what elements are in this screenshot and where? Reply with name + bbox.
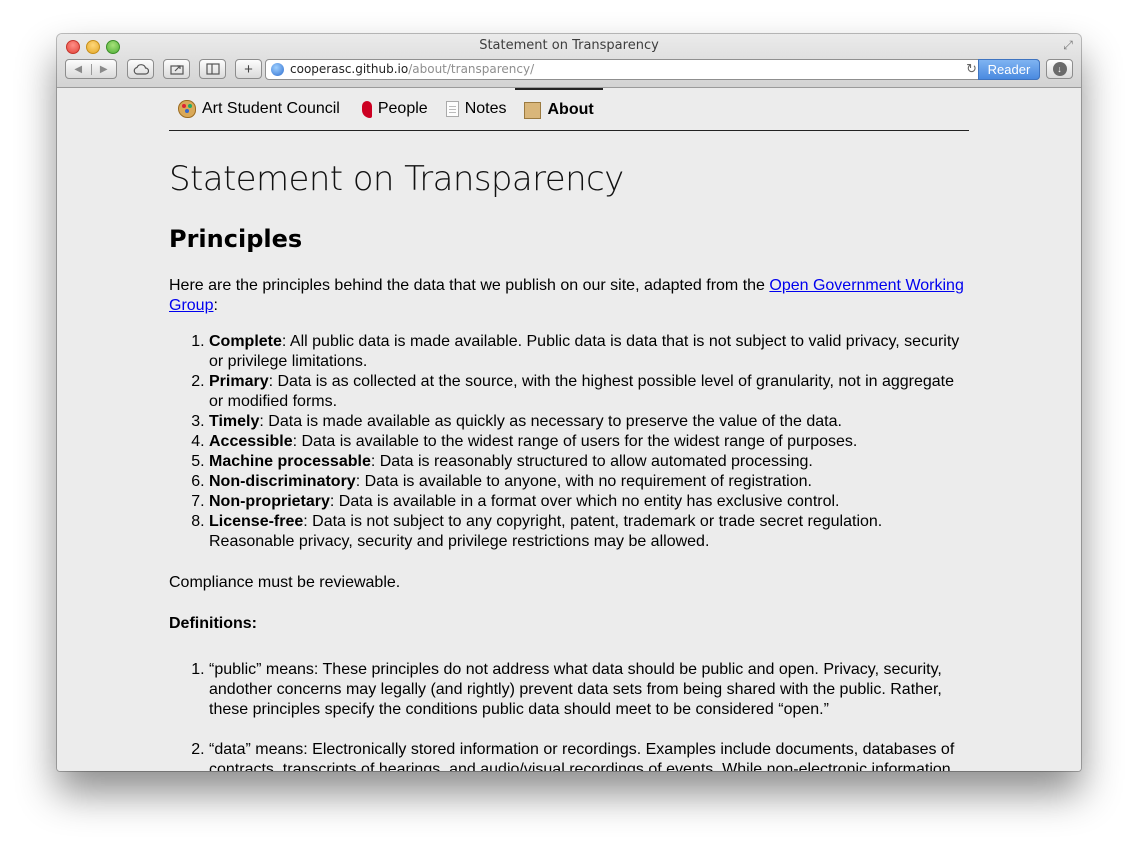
back-arrow-icon[interactable]: ◀ xyxy=(66,63,92,75)
icloud-tabs-button[interactable] xyxy=(127,59,154,79)
list-item: Timely: Data is made available as quickl… xyxy=(209,412,969,432)
scroll-icon xyxy=(524,101,542,119)
browser-toolbar: Statement on Transparency ⤢ ◀ ▶ + cooper… xyxy=(57,34,1081,88)
url-host: cooperasc.github.io xyxy=(290,62,409,76)
site-nav: Art Student Council People Notes About xyxy=(169,88,969,131)
sidebar-button[interactable] xyxy=(199,59,226,79)
definitions-list: “public” means: These principles do not … xyxy=(169,660,969,771)
list-item: Accessible: Data is available to the wid… xyxy=(209,432,969,452)
dancer-icon xyxy=(361,100,372,118)
principle-text: : Data is not subject to any copyright, … xyxy=(209,513,883,550)
nav-item-label: About xyxy=(547,101,594,118)
principle-term: License-free xyxy=(209,513,304,530)
fullscreen-icon[interactable]: ⤢ xyxy=(1061,38,1075,52)
principle-term: Non-proprietary xyxy=(209,493,330,510)
web-page: Art Student Council People Notes About S… xyxy=(57,88,1081,771)
definitions-heading: Definitions: xyxy=(169,615,257,632)
url-path: /about/transparency/ xyxy=(408,62,535,76)
list-item: “public” means: These principles do not … xyxy=(209,660,969,720)
url-text[interactable]: cooperasc.github.io/about/transparency/ xyxy=(290,60,534,79)
page-title: Statement on Transparency xyxy=(169,159,624,199)
intro-suffix: : xyxy=(213,297,218,314)
share-button[interactable] xyxy=(163,59,190,79)
principle-term: Timely xyxy=(209,413,260,430)
principle-text: : Data is reasonably structured to allow… xyxy=(370,453,813,470)
share-icon xyxy=(169,65,184,75)
browser-window: Statement on Transparency ⤢ ◀ ▶ + cooper… xyxy=(57,34,1081,771)
list-item: Non-discriminatory: Data is available to… xyxy=(209,472,969,492)
principle-term: Primary xyxy=(209,373,269,390)
download-icon: ↓ xyxy=(1052,62,1067,76)
new-tab-button[interactable]: + xyxy=(235,59,262,79)
principle-text: : Data is available to anyone, with no r… xyxy=(355,473,812,490)
nav-item-about[interactable]: About xyxy=(515,88,603,130)
principle-text: : Data is available in a format over whi… xyxy=(329,493,840,510)
cloud-icon xyxy=(133,63,149,75)
compliance-text: Compliance must be reviewable. xyxy=(169,574,401,591)
nav-item-label: Art Student Council xyxy=(202,100,340,117)
intro-paragraph: Here are the principles behind the data … xyxy=(169,276,969,316)
window-title: Statement on Transparency xyxy=(479,38,659,53)
page-content: Art Student Council People Notes About S… xyxy=(169,88,969,771)
nav-item-art-student-council[interactable]: Art Student Council xyxy=(169,88,349,130)
principle-term: Complete xyxy=(209,333,282,350)
principle-text: : Data is made available as quickly as n… xyxy=(259,413,842,430)
nav-item-notes[interactable]: Notes xyxy=(437,88,516,130)
list-item: License-free: Data is not subject to any… xyxy=(209,512,969,552)
list-item: “data” means: Electronically stored info… xyxy=(209,740,969,771)
reader-button[interactable]: Reader xyxy=(978,59,1040,80)
principle-term: Machine processable xyxy=(209,453,371,470)
address-bar[interactable]: cooperasc.github.io/about/transparency/ … xyxy=(265,59,1040,80)
back-forward-buttons: ◀ ▶ xyxy=(65,59,117,79)
principle-text: : All public data is made available. Pub… xyxy=(209,333,960,370)
principle-term: Non-discriminatory xyxy=(209,473,356,490)
list-item: Primary: Data is as collected at the sou… xyxy=(209,372,969,412)
intro-text: Here are the principles behind the data … xyxy=(169,277,770,294)
list-item: Complete: All public data is made availa… xyxy=(209,332,969,372)
nav-item-people[interactable]: People xyxy=(349,88,437,130)
downloads-button[interactable]: ↓ xyxy=(1046,59,1073,79)
principle-term: Accessible xyxy=(209,433,293,450)
reload-icon[interactable]: ↻ xyxy=(966,60,977,79)
principles-list: Complete: All public data is made availa… xyxy=(169,332,969,552)
principle-text: : Data is available to the widest range … xyxy=(292,433,858,450)
palette-icon xyxy=(178,100,196,118)
nav-item-label: People xyxy=(377,100,428,117)
list-item: Non-proprietary: Data is available in a … xyxy=(209,492,969,512)
globe-icon xyxy=(271,63,284,76)
nav-item-label: Notes xyxy=(464,100,507,117)
principles-heading: Principles xyxy=(169,225,303,253)
list-item: Machine processable: Data is reasonably … xyxy=(209,452,969,472)
page-icon xyxy=(445,101,459,117)
forward-arrow-icon[interactable]: ▶ xyxy=(92,64,117,75)
sidebar-icon xyxy=(205,63,220,75)
principle-text: : Data is as collected at the source, wi… xyxy=(209,373,955,410)
